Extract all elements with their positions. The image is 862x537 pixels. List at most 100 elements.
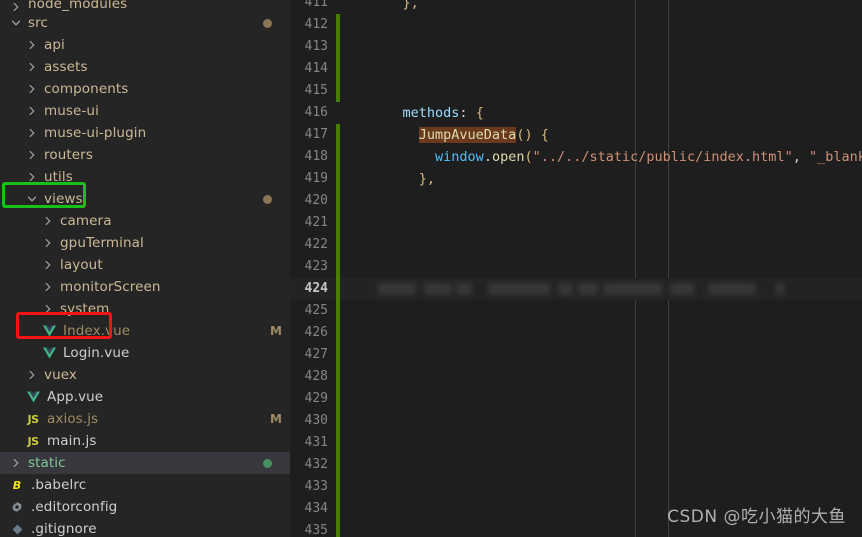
line-number: 432	[304, 457, 328, 472]
code-line[interactable]: 421	[290, 212, 862, 234]
file-tree[interactable]: node_modules src api assets components muse-u…	[0, 0, 290, 537]
chevron-right-icon[interactable]	[24, 106, 40, 116]
tree-item-views[interactable]: views	[0, 188, 290, 210]
tree-item-axios-js[interactable]: JS axios.js M	[0, 408, 290, 430]
chevron-right-icon[interactable]	[40, 238, 56, 248]
git-status-dot	[263, 18, 272, 28]
chevron-right-icon[interactable]	[40, 304, 56, 314]
code-line[interactable]: 422	[290, 234, 862, 256]
tree-item-gputerminal[interactable]: gpuTerminal	[0, 232, 290, 254]
tree-item-camera[interactable]: camera	[0, 210, 290, 232]
code-line[interactable]: 432	[290, 454, 862, 476]
line-number: 430	[304, 413, 328, 428]
tree-item-muse-ui-plugin[interactable]: muse-ui-plugin	[0, 122, 290, 144]
tree-item-vuex[interactable]: vuex	[0, 364, 290, 386]
code-line[interactable]: 431	[290, 432, 862, 454]
code-line[interactable]: 417 JumpAvueData() {	[290, 124, 862, 146]
line-number: 419	[304, 171, 328, 186]
code-token: ()	[516, 127, 533, 143]
code-line[interactable]: 418 window.open("../../static/public/ind…	[290, 146, 862, 168]
tree-item-login-vue[interactable]: Login.vue	[0, 342, 290, 364]
tree-item-static[interactable]: static	[0, 452, 290, 474]
code-line[interactable]: 433	[290, 476, 862, 498]
code-line[interactable]: 424	[290, 278, 862, 300]
code-line[interactable]: 423	[290, 256, 862, 278]
git-change-marker	[336, 14, 340, 36]
tree-item-assets[interactable]: assets	[0, 56, 290, 78]
chevron-down-icon[interactable]	[8, 18, 24, 28]
tree-item-label: monitorScreen	[60, 279, 161, 295]
tree-item-label: layout	[60, 257, 103, 273]
tree-item-label: main.js	[47, 433, 97, 449]
blur-block	[456, 283, 472, 295]
tree-item-routers[interactable]: routers	[0, 144, 290, 166]
code-text: window.open("../../static/public/index.h…	[340, 146, 862, 168]
code-line[interactable]: 430	[290, 410, 862, 432]
tree-item-utils[interactable]: utils	[0, 166, 290, 188]
tree-item--gitignore[interactable]: .gitignore	[0, 518, 290, 537]
code-token: },	[418, 171, 436, 187]
chevron-right-icon[interactable]	[24, 370, 40, 380]
tree-item-label: muse-ui	[44, 103, 99, 119]
vue-file-icon	[24, 391, 42, 403]
code-text: JumpAvueData() {	[340, 124, 549, 146]
code-line[interactable]: 412	[290, 14, 862, 36]
chevron-right-icon[interactable]	[24, 62, 40, 72]
code-line[interactable]: 416 methods: {	[290, 102, 862, 124]
tree-item-src[interactable]: src	[0, 12, 290, 34]
code-line[interactable]: 419 },	[290, 168, 862, 190]
chevron-right-icon[interactable]	[24, 84, 40, 94]
tree-item--babelrc[interactable]: B .babelrc	[0, 474, 290, 496]
tree-item-system[interactable]: system	[0, 298, 290, 320]
chevron-right-icon[interactable]	[40, 216, 56, 226]
chevron-right-icon[interactable]	[40, 260, 56, 270]
code-line[interactable]: 434	[290, 498, 862, 520]
code-line[interactable]: 429	[290, 388, 862, 410]
git-change-marker	[336, 410, 340, 432]
tree-item-components[interactable]: components	[0, 78, 290, 100]
code-line[interactable]: 415	[290, 80, 862, 102]
chevron-right-icon[interactable]	[8, 458, 24, 468]
tree-item-muse-ui[interactable]: muse-ui	[0, 100, 290, 122]
tree-item-layout[interactable]: layout	[0, 254, 290, 276]
line-number: 414	[304, 61, 328, 76]
code-line[interactable]: 413	[290, 36, 862, 58]
code-line[interactable]: 427	[290, 344, 862, 366]
code-line[interactable]: 426	[290, 322, 862, 344]
chevron-right-icon[interactable]	[24, 40, 40, 50]
code-line[interactable]: 425	[290, 300, 862, 322]
code-lines[interactable]: 411 }, 412 413 414 415 416 methods: {417 Jump…	[290, 0, 862, 537]
chevron-right-icon[interactable]	[24, 150, 40, 160]
code-line[interactable]: 420	[290, 190, 862, 212]
tree-item--editorconfig[interactable]: .editorconfig	[0, 496, 290, 518]
tree-item-main-js[interactable]: JS main.js	[0, 430, 290, 452]
chevron-right-icon[interactable]	[24, 172, 40, 182]
code-line[interactable]: 411 },	[290, 0, 862, 14]
tree-item-node-modules[interactable]: node_modules	[0, 0, 290, 12]
git-file-icon	[8, 524, 26, 535]
tree-item-api[interactable]: api	[0, 34, 290, 56]
chevron-right-icon[interactable]	[40, 282, 56, 292]
tree-item-label: gpuTerminal	[60, 235, 144, 251]
blur-block	[708, 283, 756, 295]
git-change-marker	[336, 212, 340, 234]
code-line[interactable]: 435	[290, 520, 862, 537]
tree-item-label: vuex	[44, 367, 78, 383]
chevron-right-icon[interactable]	[24, 128, 40, 138]
tree-item-app-vue[interactable]: App.vue	[0, 386, 290, 408]
code-text: },	[340, 168, 435, 190]
git-change-marker	[336, 322, 340, 344]
chevron-right-icon[interactable]	[8, 2, 24, 12]
code-line[interactable]: 414	[290, 58, 862, 80]
code-line[interactable]: 428	[290, 366, 862, 388]
tree-item-monitorscreen[interactable]: monitorScreen	[0, 276, 290, 298]
tree-item-index-vue[interactable]: Index.vue M	[0, 320, 290, 342]
code-token: {	[475, 105, 484, 121]
code-token: ,	[792, 149, 809, 165]
git-change-marker	[336, 58, 340, 80]
code-editor[interactable]: 411 }, 412 413 414 415 416 methods: {417 Jump…	[290, 0, 862, 537]
chevron-down-icon[interactable]	[24, 194, 40, 204]
